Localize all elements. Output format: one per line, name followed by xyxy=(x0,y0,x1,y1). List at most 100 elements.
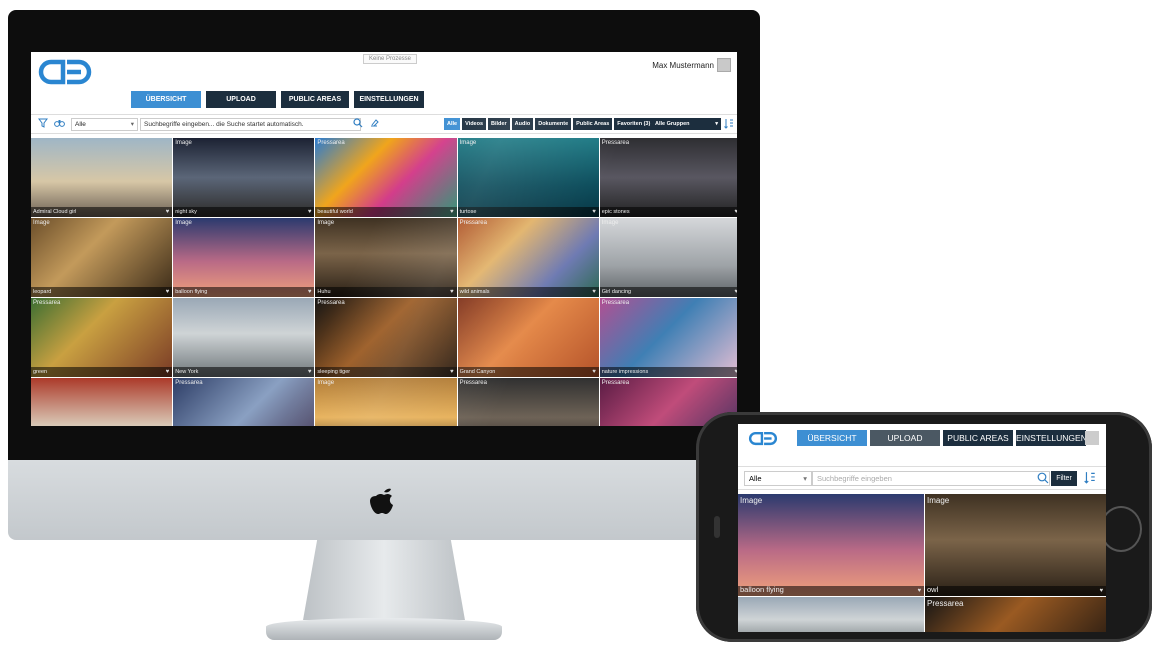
asset-caption: sleeping tiger xyxy=(317,369,351,375)
filter-favoriten[interactable]: Favoriten (3) xyxy=(614,118,654,130)
asset-caption: wild animals xyxy=(459,289,490,295)
heart-icon[interactable]: ♥ xyxy=(166,289,170,295)
asset-tile[interactable] xyxy=(31,378,173,426)
smartphone: ÜBERSICHT UPLOAD PUBLIC AREAS EINSTELLUN… xyxy=(696,412,1152,642)
asset-tile[interactable]: Image turtose ♥ xyxy=(457,138,599,217)
asset-caption: Grand Canyon xyxy=(459,369,496,375)
asset-tile[interactable]: Image night sky ♥ xyxy=(173,138,315,217)
asset-tile[interactable]: Image balloon flying ♥ xyxy=(173,218,315,297)
search-input[interactable]: Suchbegriffe eingeben... die Suche start… xyxy=(140,118,361,131)
asset-caption: Admiral Cloud girl xyxy=(33,209,77,215)
asset-tile[interactable]: Grand Canyon ♥ xyxy=(457,298,599,377)
heart-icon[interactable]: ♥ xyxy=(308,369,312,375)
filter-button[interactable]: Filter xyxy=(1051,471,1077,486)
caption-bar xyxy=(31,367,173,377)
nav-public-areas[interactable]: PUBLIC AREAS xyxy=(943,430,1013,446)
heart-icon[interactable]: ♥ xyxy=(450,369,454,375)
heart-icon[interactable]: ♥ xyxy=(166,209,170,215)
heart-icon[interactable]: ♥ xyxy=(592,369,596,375)
camera-icon xyxy=(714,516,720,538)
asset-type-label: Image xyxy=(175,140,192,146)
asset-grid: Admiral Cloud girl ♥ Image night sky ♥ Pressa… xyxy=(31,138,737,426)
filter-bilder[interactable]: Bilder xyxy=(488,118,510,130)
nav-upload[interactable]: UPLOAD xyxy=(206,91,276,108)
asset-tile[interactable]: Pressarea beautiful world ♥ xyxy=(315,138,457,217)
search-placeholder: Suchbegriffe eingeben... die Suche start… xyxy=(144,121,304,128)
asset-type-label: Image xyxy=(601,220,619,226)
asset-tile[interactable]: Pressarea green ♥ xyxy=(31,298,173,377)
asset-type-label: Pressarea xyxy=(33,300,61,306)
nav-uebersicht[interactable]: ÜBERSICHT xyxy=(797,430,867,446)
user-name: Max Mustermann xyxy=(652,60,714,70)
heart-icon[interactable]: ♥ xyxy=(592,289,596,295)
nav-einstellungen[interactable]: EINSTELLUNGEN xyxy=(1016,430,1087,446)
category-select[interactable]: Alle ▾ xyxy=(71,118,138,131)
sort-icon[interactable] xyxy=(723,118,735,130)
heart-icon[interactable]: ♥ xyxy=(166,369,170,375)
asset-type-label: Image xyxy=(459,140,477,146)
category-select[interactable]: Alle ▾ xyxy=(744,471,812,486)
heart-icon[interactable]: ♥ xyxy=(308,289,312,295)
heart-icon[interactable]: ♥ xyxy=(734,209,737,215)
heart-icon[interactable]: ♥ xyxy=(917,588,921,594)
filter-icon[interactable] xyxy=(37,118,49,130)
search-toolbar: Alle ▾ Suchbegriffe eingeben... die Such… xyxy=(31,114,737,134)
nav-einstellungen[interactable]: EINSTELLUNGEN xyxy=(354,91,424,108)
user-menu[interactable]: Max Mustermann xyxy=(652,58,731,72)
asset-tile[interactable]: Image Girl dancing ♥ xyxy=(599,218,737,297)
nav-public-areas[interactable]: PUBLIC AREAS xyxy=(281,91,349,108)
caption-bar xyxy=(925,586,1106,596)
asset-tile[interactable]: Image xyxy=(315,378,457,426)
mobile-nav: ÜBERSICHT UPLOAD PUBLIC AREAS EINSTELLUN… xyxy=(797,430,1087,446)
asset-type-label: Pressarea xyxy=(601,300,630,306)
eraser-icon[interactable] xyxy=(368,118,380,130)
chevron-down-icon: ▾ xyxy=(803,474,807,483)
avatar[interactable] xyxy=(1085,431,1099,445)
search-icon[interactable] xyxy=(1037,471,1049,489)
heart-icon[interactable]: ♥ xyxy=(308,209,312,215)
filter-videos[interactable]: Videos xyxy=(462,118,487,130)
heart-icon[interactable]: ♥ xyxy=(450,289,454,295)
home-button xyxy=(1100,506,1142,552)
heart-icon[interactable]: ♥ xyxy=(1099,588,1103,594)
nav-upload[interactable]: UPLOAD xyxy=(870,430,940,446)
asset-type-label: Image xyxy=(927,496,950,505)
asset-caption: balloon flying xyxy=(740,585,784,594)
asset-tile[interactable]: Pressarea epic stones ♥ xyxy=(599,138,737,217)
asset-tile[interactable]: Image balloon flying ♥ xyxy=(738,494,924,596)
sort-icon[interactable] xyxy=(1084,471,1096,489)
asset-type-label: Image xyxy=(317,380,335,386)
asset-tile[interactable]: Pressarea sleeping tiger ♥ xyxy=(315,298,457,377)
asset-caption: leopard xyxy=(33,289,52,295)
filter-audio[interactable]: Audio xyxy=(511,118,534,130)
filter-dokumente[interactable]: Dokumente xyxy=(535,118,572,130)
filter-public-areas[interactable]: Public Areas xyxy=(573,118,613,130)
asset-tile[interactable]: Admiral Cloud girl ♥ xyxy=(31,138,173,217)
asset-caption: night sky xyxy=(175,209,197,215)
asset-tile[interactable]: Pressarea nature impressions ♥ xyxy=(599,298,737,377)
asset-tile[interactable]: Image owl ♥ xyxy=(925,494,1106,596)
asset-type-label: Image xyxy=(317,220,335,226)
asset-tile[interactable]: New York ♥ xyxy=(173,298,315,377)
search-input[interactable]: Suchbegriffe eingeben xyxy=(812,471,1050,486)
search-icon[interactable] xyxy=(352,118,364,130)
asset-tile[interactable]: Pressarea xyxy=(925,597,1106,632)
heart-icon[interactable]: ♥ xyxy=(450,209,454,215)
asset-tile[interactable]: Image leopard ♥ xyxy=(31,218,173,297)
heart-icon[interactable]: ♥ xyxy=(734,369,737,375)
nav-uebersicht[interactable]: ÜBERSICHT xyxy=(131,91,201,108)
process-indicator[interactable]: Keine Prozesse xyxy=(363,54,418,64)
chevron-down-icon: ▾ xyxy=(130,121,134,128)
binoculars-icon[interactable] xyxy=(53,118,65,130)
asset-tile[interactable]: Pressarea wild animals ♥ xyxy=(457,218,599,297)
asset-tile[interactable]: Pressarea xyxy=(457,378,599,426)
heart-icon[interactable]: ♥ xyxy=(592,209,596,215)
asset-type-label: Image xyxy=(33,220,50,226)
asset-tile[interactable] xyxy=(738,597,924,632)
heart-icon[interactable]: ♥ xyxy=(734,289,737,295)
group-select[interactable]: Alle Gruppen ▾ xyxy=(652,118,721,130)
filter-alle[interactable]: Alle xyxy=(444,118,461,130)
asset-tile[interactable]: Pressarea xyxy=(173,378,315,426)
asset-tile[interactable]: Image Huhu ♥ xyxy=(315,218,457,297)
asset-caption: beautiful world xyxy=(317,209,353,215)
